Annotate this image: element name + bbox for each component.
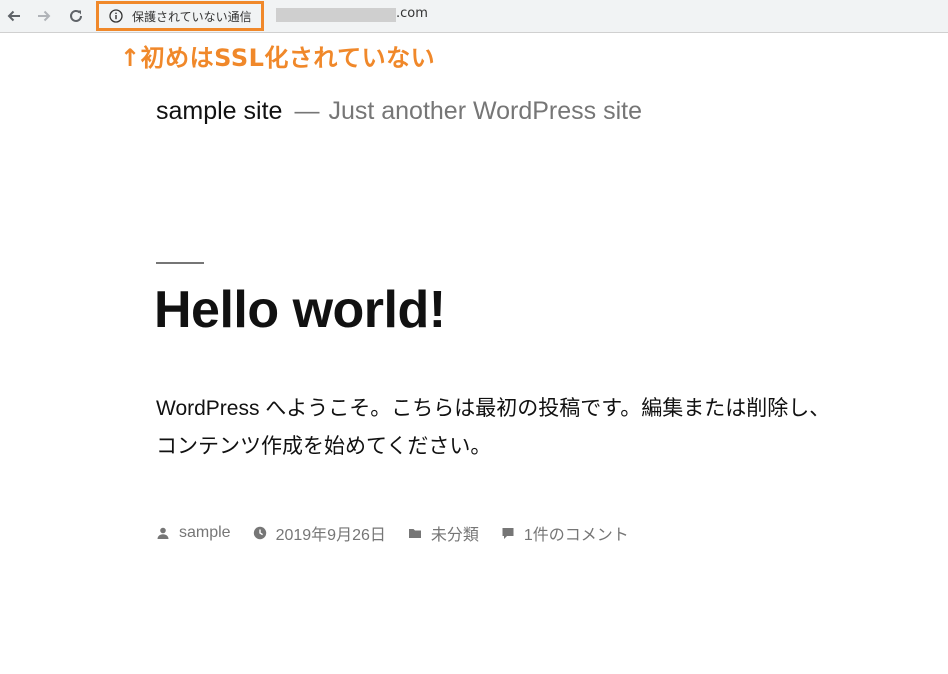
post-date[interactable]: 2019年9月26日 bbox=[253, 521, 386, 545]
browser-toolbar: 保護されていない通信 .com bbox=[0, 0, 948, 33]
clock-icon bbox=[253, 526, 267, 540]
info-icon bbox=[109, 9, 123, 23]
annotation-note: ↑初めはSSL化されていない bbox=[120, 44, 436, 72]
post-title[interactable]: Hello world! bbox=[154, 280, 446, 340]
page: 保護されていない通信 .com ↑初めはSSL化されていない sample si… bbox=[0, 0, 948, 674]
post-category[interactable]: 未分類 bbox=[408, 521, 479, 545]
site-description: Just another WordPress site bbox=[328, 97, 643, 125]
post-title-divider bbox=[156, 262, 204, 264]
post-content: WordPress へようこそ。こちらは最初の投稿です。編集または削除し、コンテ… bbox=[156, 397, 831, 458]
post-date-text: 2019年9月26日 bbox=[275, 527, 386, 544]
comment-icon bbox=[501, 526, 515, 540]
post-author[interactable]: sample bbox=[156, 524, 231, 542]
address-bar-url[interactable]: .com bbox=[396, 6, 428, 21]
site-title[interactable]: sample site bbox=[156, 97, 282, 125]
folder-icon bbox=[408, 526, 422, 540]
site-security-indicator[interactable]: 保護されていない通信 bbox=[96, 1, 264, 31]
security-label: 保護されていない通信 bbox=[132, 9, 252, 24]
forward-arrow-icon bbox=[38, 10, 51, 22]
person-icon bbox=[156, 526, 170, 540]
back-arrow-icon bbox=[7, 10, 20, 22]
url-redaction bbox=[276, 8, 396, 22]
reload-icon bbox=[70, 9, 82, 22]
site-header: sample site — Just another WordPress site bbox=[156, 97, 642, 126]
post-category-name: 未分類 bbox=[430, 527, 479, 544]
forward-button[interactable] bbox=[32, 0, 56, 32]
post-meta: sample 2019年9月26日 未分類 1件のコメント bbox=[156, 522, 651, 544]
back-button[interactable] bbox=[2, 0, 26, 32]
site-title-separator: — bbox=[294, 97, 320, 125]
post-author-name: sample bbox=[179, 524, 231, 541]
post-comments-count: 1件のコメント bbox=[523, 527, 629, 544]
post-comments[interactable]: 1件のコメント bbox=[501, 521, 629, 545]
reload-button[interactable] bbox=[64, 0, 88, 32]
